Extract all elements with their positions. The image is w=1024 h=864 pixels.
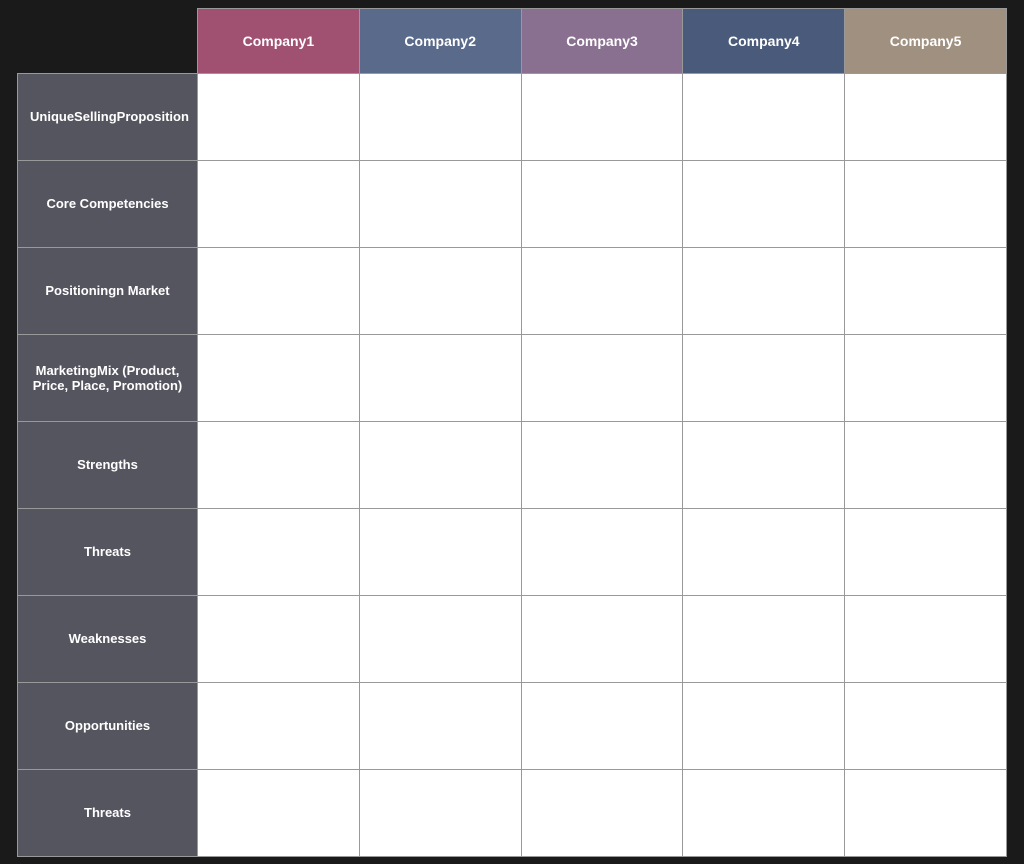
cell-mkt-company2[interactable]: [359, 334, 521, 421]
cell-thr1-company2[interactable]: [359, 508, 521, 595]
table-row: Positioningn Market: [18, 247, 1007, 334]
header-spacer: [18, 8, 198, 73]
cell-wkn-company2[interactable]: [359, 595, 521, 682]
row-label-threats1: Threats: [18, 508, 198, 595]
cell-str-company1[interactable]: [198, 421, 360, 508]
table-row: Core Competencies: [18, 160, 1007, 247]
cell-thr2-company1[interactable]: [198, 769, 360, 856]
cell-thr1-company3[interactable]: [521, 508, 683, 595]
cell-core-company5[interactable]: [845, 160, 1007, 247]
cell-usp-company2[interactable]: [359, 73, 521, 160]
cell-mkt-company3[interactable]: [521, 334, 683, 421]
cell-wkn-company3[interactable]: [521, 595, 683, 682]
row-label-positioning: Positioningn Market: [18, 247, 198, 334]
cell-mkt-company4[interactable]: [683, 334, 845, 421]
cell-thr2-company4[interactable]: [683, 769, 845, 856]
cell-thr2-company3[interactable]: [521, 769, 683, 856]
row-label-strengths: Strengths: [18, 421, 198, 508]
company5-header: Company5: [845, 8, 1007, 73]
cell-mkt-company1[interactable]: [198, 334, 360, 421]
table-container: Company1 Company2 Company3 Company4 Comp…: [0, 0, 1024, 864]
company4-header: Company4: [683, 8, 845, 73]
cell-wkn-company4[interactable]: [683, 595, 845, 682]
table-row: UniqueSellingProposition: [18, 73, 1007, 160]
table-row: MarketingMix (Product, Price, Place, Pro…: [18, 334, 1007, 421]
cell-pos-company3[interactable]: [521, 247, 683, 334]
cell-thr2-company5[interactable]: [845, 769, 1007, 856]
company1-header: Company1: [198, 8, 360, 73]
cell-usp-company5[interactable]: [845, 73, 1007, 160]
cell-core-company3[interactable]: [521, 160, 683, 247]
table-row: Opportunities: [18, 682, 1007, 769]
cell-pos-company1[interactable]: [198, 247, 360, 334]
row-label-weaknesses: Weaknesses: [18, 595, 198, 682]
cell-opp-company5[interactable]: [845, 682, 1007, 769]
table-row: Threats: [18, 508, 1007, 595]
cell-wkn-company1[interactable]: [198, 595, 360, 682]
cell-thr1-company5[interactable]: [845, 508, 1007, 595]
cell-mkt-company5[interactable]: [845, 334, 1007, 421]
cell-core-company2[interactable]: [359, 160, 521, 247]
row-label-threats2: Threats: [18, 769, 198, 856]
cell-str-company5[interactable]: [845, 421, 1007, 508]
cell-pos-company2[interactable]: [359, 247, 521, 334]
cell-usp-company4[interactable]: [683, 73, 845, 160]
cell-pos-company4[interactable]: [683, 247, 845, 334]
row-label-opportunities: Opportunities: [18, 682, 198, 769]
cell-core-company1[interactable]: [198, 160, 360, 247]
row-label-marketing: MarketingMix (Product, Price, Place, Pro…: [18, 334, 198, 421]
company3-header: Company3: [521, 8, 683, 73]
table-row: Threats: [18, 769, 1007, 856]
cell-opp-company2[interactable]: [359, 682, 521, 769]
table-row: Strengths: [18, 421, 1007, 508]
cell-str-company2[interactable]: [359, 421, 521, 508]
cell-str-company4[interactable]: [683, 421, 845, 508]
cell-opp-company1[interactable]: [198, 682, 360, 769]
cell-usp-company1[interactable]: [198, 73, 360, 160]
cell-core-company4[interactable]: [683, 160, 845, 247]
cell-thr1-company4[interactable]: [683, 508, 845, 595]
cell-pos-company5[interactable]: [845, 247, 1007, 334]
cell-opp-company4[interactable]: [683, 682, 845, 769]
cell-opp-company3[interactable]: [521, 682, 683, 769]
cell-str-company3[interactable]: [521, 421, 683, 508]
cell-thr1-company1[interactable]: [198, 508, 360, 595]
comparison-table: Company1 Company2 Company3 Company4 Comp…: [17, 8, 1007, 857]
row-label-usp: UniqueSellingProposition: [18, 73, 198, 160]
cell-wkn-company5[interactable]: [845, 595, 1007, 682]
company2-header: Company2: [359, 8, 521, 73]
cell-thr2-company2[interactable]: [359, 769, 521, 856]
row-label-core: Core Competencies: [18, 160, 198, 247]
cell-usp-company3[interactable]: [521, 73, 683, 160]
table-row: Weaknesses: [18, 595, 1007, 682]
